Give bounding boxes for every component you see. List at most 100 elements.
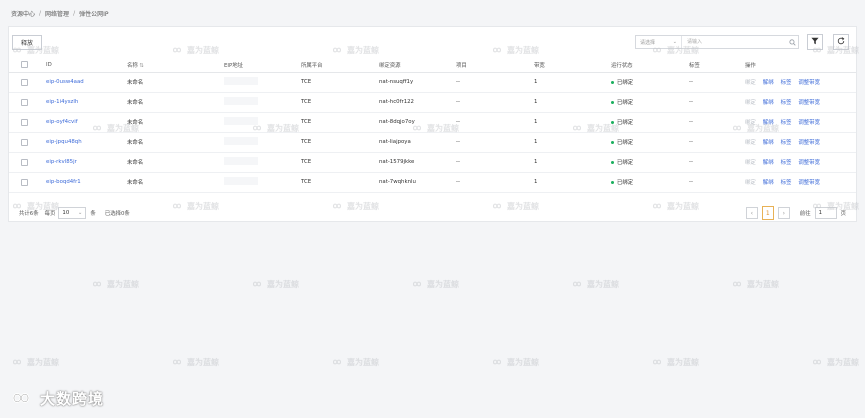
search-icon[interactable] [786, 38, 798, 46]
cell-status: 已绑定 [611, 92, 689, 113]
eip-id-link[interactable]: eip-boqd4fr1 [46, 179, 81, 185]
unbind-action[interactable]: 解绑 [763, 140, 774, 146]
cell-actions: 绑定 解绑 标签 调整带宽 [745, 92, 856, 113]
breadcrumb-item-resource-center[interactable]: 资源中心 [11, 9, 35, 18]
row-checkbox[interactable] [21, 158, 28, 166]
cell-name: 未命名 [127, 72, 224, 93]
eip-id-link[interactable]: eip-0usw4aad [46, 79, 84, 85]
tag-action[interactable]: 标签 [781, 100, 792, 106]
watermark-text: 嘉为蓝鲸 [747, 280, 779, 289]
page-number-current[interactable]: 1 [761, 206, 774, 220]
watermark-logo-icon [90, 280, 104, 290]
watermark-text: 嘉为蓝鲸 [587, 280, 619, 289]
chevron-left-icon: ‹ [750, 209, 753, 217]
cell-bandwidth: 1 [534, 152, 611, 173]
row-checkbox[interactable] [21, 138, 28, 146]
page-size-select[interactable]: 10 ⌄ [58, 207, 87, 219]
cell-tags: -- [689, 132, 745, 153]
table-header-row: ID 名称 ⇅ EIP地址 所属平台 绑定资源 项目 带宽 运行状态 标签 操作 [9, 58, 856, 73]
prev-page-button[interactable]: ‹ [745, 207, 758, 219]
eip-id-link[interactable]: eip-jpqu48qh [46, 139, 82, 145]
select-all-checkbox[interactable] [21, 61, 28, 69]
table-row: eip-boqd4fr1 未命名 TCE nat-7wqhknlu -- 1 已… [9, 172, 856, 193]
eip-id-link[interactable]: eip-rkvl85jr [46, 159, 77, 165]
row-checkbox[interactable] [21, 178, 28, 186]
watermark-logo-icon [10, 358, 24, 368]
table-row: eip-1i4yszlh 未命名 TCE nat-hc0fr122 -- 1 已… [9, 92, 856, 113]
adjust-bandwidth-action[interactable]: 调整带宽 [798, 100, 820, 106]
eip-id-link[interactable]: eip-1i4yszlh [46, 99, 78, 105]
adjust-bandwidth-action[interactable]: 调整带宽 [798, 180, 820, 186]
tag-action[interactable]: 标签 [781, 120, 792, 126]
bind-action[interactable]: 绑定 [745, 100, 756, 106]
tag-action[interactable]: 标签 [781, 140, 792, 146]
table-row: eip-oyf4cvif 未命名 TCE nat-8dqjo7oy -- 1 已… [9, 112, 856, 133]
eip-address-redacted [224, 77, 258, 85]
cell-name: 未命名 [127, 172, 224, 193]
chevron-right-icon: › [782, 209, 785, 217]
tag-action[interactable]: 标签 [781, 80, 792, 86]
bind-action[interactable]: 绑定 [745, 120, 756, 126]
adjust-bandwidth-action[interactable]: 调整带宽 [798, 80, 820, 86]
cell-platform: TCE [301, 72, 379, 93]
eip-id-link[interactable]: eip-oyf4cvif [46, 119, 78, 125]
adjust-bandwidth-action[interactable]: 调整带宽 [798, 140, 820, 146]
unbind-action[interactable]: 解绑 [763, 180, 774, 186]
unbind-action[interactable]: 解绑 [763, 100, 774, 106]
bind-action[interactable]: 绑定 [745, 160, 756, 166]
bind-action[interactable]: 绑定 [745, 80, 756, 86]
cell-bandwidth: 1 [534, 172, 611, 193]
adjust-bandwidth-action[interactable]: 调整带宽 [798, 160, 820, 166]
cell-status: 已绑定 [611, 112, 689, 133]
tag-action[interactable]: 标签 [781, 160, 792, 166]
search-input[interactable] [682, 36, 786, 48]
cell-project: -- [456, 172, 534, 193]
breadcrumb-separator: / [39, 9, 42, 17]
unbind-action[interactable]: 解绑 [763, 160, 774, 166]
row-checkbox[interactable] [21, 98, 28, 106]
release-button[interactable]: 释放 [12, 35, 42, 50]
row-checkbox[interactable] [21, 118, 28, 126]
cell-resource: nat-1579jkke [379, 152, 456, 173]
next-page-button[interactable]: › [777, 207, 790, 219]
cell-project: -- [456, 92, 534, 113]
cell-bandwidth: 1 [534, 132, 611, 153]
breadcrumb-item-network[interactable]: 网络管理 [45, 9, 69, 18]
watermark-logo-icon [330, 358, 344, 368]
eip-address-redacted [224, 117, 258, 125]
cell-tags: -- [689, 92, 745, 113]
bind-action[interactable]: 绑定 [745, 180, 756, 186]
tag-action[interactable]: 标签 [781, 180, 792, 186]
search-bar: 请选择 ⌄ [635, 35, 799, 49]
search-field-select[interactable]: 请选择 ⌄ [636, 36, 682, 48]
col-eip-header: EIP地址 [224, 58, 301, 73]
col-project-header: 项目 [456, 58, 534, 73]
adjust-bandwidth-action[interactable]: 调整带宽 [798, 120, 820, 126]
col-tags-header: 标签 [689, 58, 745, 73]
goto-label: 前往 [799, 211, 811, 217]
unbind-action[interactable]: 解绑 [763, 120, 774, 126]
watermark: 嘉为蓝鲸 [730, 279, 779, 290]
cell-bandwidth: 1 [534, 92, 611, 113]
col-status-header: 运行状态 [611, 58, 689, 73]
unbind-action[interactable]: 解绑 [763, 80, 774, 86]
bind-action[interactable]: 绑定 [745, 140, 756, 146]
status-dot-icon [611, 161, 614, 164]
refresh-button[interactable] [833, 34, 849, 50]
watermark-text: 嘉为蓝鲸 [107, 280, 139, 289]
status-dot-icon [611, 121, 614, 124]
sort-icon[interactable]: ⇅ [140, 63, 145, 69]
watermark-text: 嘉为蓝鲸 [267, 280, 299, 289]
cell-tags: -- [689, 112, 745, 133]
filter-button[interactable] [807, 34, 823, 50]
cell-bandwidth: 1 [534, 112, 611, 133]
status-text: 已绑定 [617, 120, 634, 126]
cell-project: -- [456, 72, 534, 93]
col-name-header[interactable]: 名称 ⇅ [127, 58, 224, 73]
row-checkbox[interactable] [21, 78, 28, 86]
goto-page-input[interactable] [814, 207, 837, 219]
eip-list-card: 释放 请选择 ⌄ ID 名称 ⇅ [8, 26, 857, 222]
watermark: 嘉为蓝鲸 [10, 357, 59, 368]
goto-unit: 页 [840, 211, 846, 217]
cell-platform: TCE [301, 92, 379, 113]
